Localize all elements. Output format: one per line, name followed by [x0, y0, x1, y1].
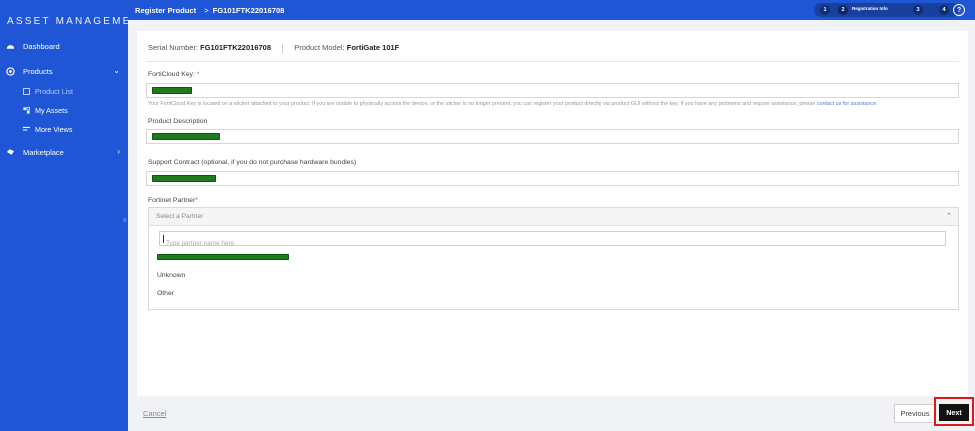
redacted-value: [152, 133, 220, 140]
support-contract-field[interactable]: [146, 171, 959, 186]
forticloud-key-label: FortiCloud Key: *: [148, 71, 200, 78]
chevron-right-icon: ›: [117, 147, 120, 156]
partner-option-unknown[interactable]: Unknown: [157, 272, 185, 279]
required-marker: *: [196, 71, 200, 78]
sidebar-subitem-my-assets[interactable]: My Assets: [0, 101, 128, 119]
chevron-down-icon: ⌄: [113, 66, 120, 75]
sidebar-collapse-handle[interactable]: ||||: [120, 218, 128, 238]
sidebar-subitem-label: More Views: [35, 124, 73, 134]
form-footer: Cancel Previous Next: [128, 396, 975, 431]
divider: [282, 43, 284, 53]
model-label: Product Model:: [294, 43, 345, 52]
dashboard-icon: [6, 42, 15, 50]
next-button[interactable]: Next: [939, 404, 969, 421]
serial-value: FG101FTK22016708: [200, 43, 272, 52]
partner-search-input[interactable]: [160, 237, 945, 250]
divider: [146, 61, 959, 62]
model-value: FortiGate 101F: [346, 43, 400, 52]
support-contract-label: Support Contract (optional, if you do no…: [148, 159, 357, 166]
product-description-field[interactable]: [146, 129, 959, 144]
partner-search-field[interactable]: [159, 231, 946, 250]
partner-option-other[interactable]: Other: [157, 290, 174, 297]
redacted-value: [152, 175, 216, 182]
forticloud-key-hint: Your FortiCloud Key is located on a stic…: [148, 101, 878, 107]
redacted-value: [152, 87, 192, 94]
next-button-highlight: Next: [934, 397, 974, 426]
redacted-value: [157, 254, 289, 260]
partner-select[interactable]: Select a Partner ⌃: [149, 208, 958, 226]
sidebar-subitem-label: Product List: [35, 86, 73, 96]
sidebar-item-products[interactable]: Products ⌄: [0, 61, 128, 81]
help-icon[interactable]: ?: [953, 4, 965, 16]
step-1: 1: [820, 5, 830, 15]
breadcrumb-register-product[interactable]: Register Product: [135, 6, 196, 15]
fortinet-partner-label: Fortinet Partner*: [148, 197, 198, 204]
sidebar-item-label: Dashboard: [23, 41, 60, 51]
previous-button[interactable]: Previous: [894, 404, 936, 423]
forticloud-key-field[interactable]: [146, 83, 959, 98]
contact-link[interactable]: contact us for assistance: [817, 101, 876, 107]
step-4: 4: [939, 5, 949, 15]
product-info: Serial Number: FG101FTK22016708 Product …: [148, 43, 399, 53]
partner-dropdown: Select a Partner ⌃ Unknown Other: [148, 207, 959, 310]
sidebar: ASSET MANAGEMENT Dashboard Products ⌄ Pr…: [0, 0, 147, 431]
sidebar-subitem-more-views[interactable]: More Views: [0, 120, 128, 138]
step-label: Registration Info: [852, 6, 888, 11]
product-description-label: Product Description: [148, 118, 208, 125]
marketplace-icon: [6, 148, 15, 156]
sidebar-item-label: Products: [23, 66, 53, 76]
sidebar-subitem-label: My Assets: [35, 105, 68, 115]
sidebar-item-label: Marketplace: [23, 147, 64, 157]
step-3: 3: [913, 5, 923, 15]
views-icon: [23, 126, 30, 133]
step-2: 2: [838, 5, 848, 15]
sidebar-item-dashboard[interactable]: Dashboard: [0, 36, 128, 56]
required-marker: *: [195, 197, 198, 204]
partner-select-placeholder: Select a Partner: [156, 213, 204, 220]
list-icon: [23, 87, 30, 95]
register-form-card: Serial Number: FG101FTK22016708 Product …: [137, 31, 968, 396]
breadcrumb-separator: >: [204, 5, 209, 15]
assets-icon: [23, 106, 30, 114]
breadcrumb-serial: FG101FTK22016708: [212, 5, 285, 15]
step-indicator: 1 2 Registration Info 3 4: [814, 3, 959, 17]
serial-label: Serial Number:: [148, 43, 199, 52]
cancel-link[interactable]: Cancel: [143, 409, 166, 418]
text-caret: [163, 235, 164, 243]
products-icon: [6, 67, 15, 76]
topbar: Register Product > FG101FTK22016708 1 2 …: [128, 0, 975, 20]
chevron-up-icon: ⌃: [946, 213, 952, 220]
sidebar-item-marketplace[interactable]: Marketplace ›: [0, 142, 128, 162]
sidebar-subitem-product-list[interactable]: Product List: [0, 82, 128, 100]
